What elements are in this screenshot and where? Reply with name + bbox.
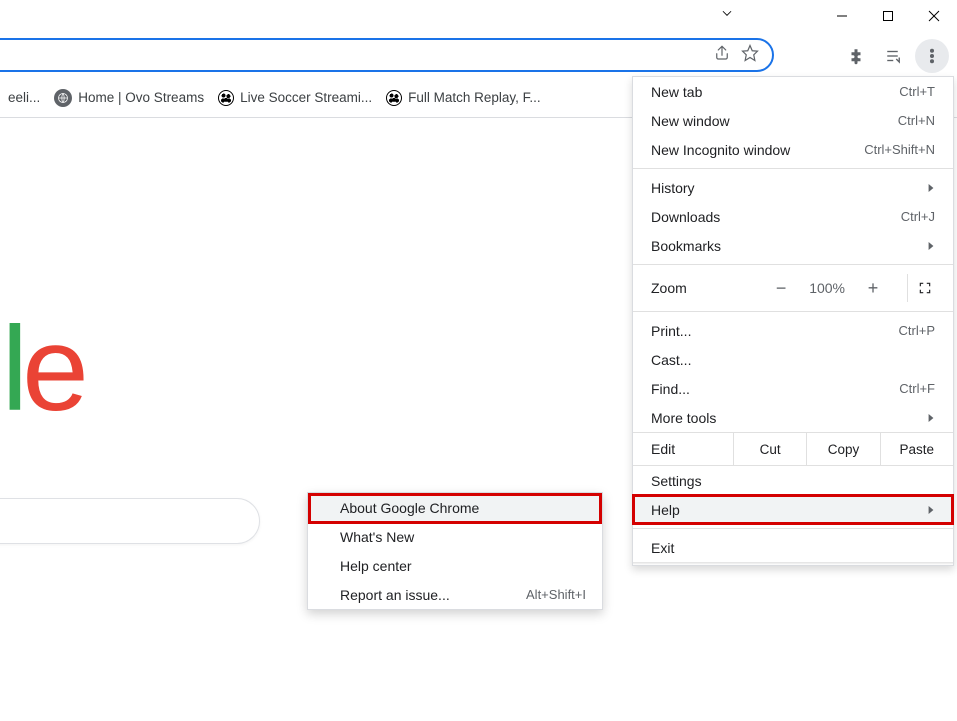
menu-item-label: Find... <box>651 381 690 397</box>
extensions-icon[interactable] <box>839 39 873 73</box>
tab-overflow-chevron[interactable] <box>720 6 734 25</box>
menu-item-label: Settings <box>651 473 702 489</box>
minimize-button[interactable] <box>819 0 865 32</box>
menu-item-label: Help <box>651 502 680 518</box>
menu-item-label: Bookmarks <box>651 238 721 254</box>
edit-label: Edit <box>633 441 733 457</box>
soccer-icon <box>218 90 234 106</box>
bookmark-label: eeli... <box>8 90 40 105</box>
shortcut-label: Ctrl+T <box>899 84 935 99</box>
help-item-what-s-new[interactable]: What's New <box>308 522 602 551</box>
chevron-right-icon <box>927 180 935 196</box>
menu-item-find-[interactable]: Find... Ctrl+F <box>633 374 953 403</box>
menu-item-label: Report an issue... <box>340 587 450 603</box>
logo-letter-l: l <box>2 302 23 436</box>
share-icon[interactable] <box>713 44 731 67</box>
menu-item-exit[interactable]: Exit <box>633 533 953 562</box>
chevron-right-icon <box>927 238 935 254</box>
globe-icon <box>54 89 72 107</box>
help-item-report-an-issue-[interactable]: Report an issue... Alt+Shift+I <box>308 580 602 609</box>
menu-item-label: New window <box>651 113 730 129</box>
menu-item-new-incognito-window[interactable]: New Incognito window Ctrl+Shift+N <box>633 135 953 164</box>
google-search-input[interactable] <box>0 498 260 544</box>
reading-list-icon[interactable] <box>877 39 911 73</box>
bookmark-star-icon[interactable] <box>741 44 759 67</box>
bookmark-item[interactable]: eeli... <box>8 90 40 105</box>
menu-item-cast-[interactable]: Cast... <box>633 345 953 374</box>
chrome-main-menu: New tab Ctrl+T New window Ctrl+N New Incogni… <box>632 76 954 566</box>
bookmark-label: Home | Ovo Streams <box>78 90 204 105</box>
menu-item-new-window[interactable]: New window Ctrl+N <box>633 106 953 135</box>
menu-item-label: Help center <box>340 558 412 574</box>
logo-letter-e: e <box>22 302 83 436</box>
zoom-out-button[interactable]: − <box>771 278 791 299</box>
menu-item-history[interactable]: History <box>633 173 953 202</box>
menu-item-label: Cast... <box>651 352 691 368</box>
google-logo: ogle <box>0 300 83 438</box>
zoom-value: 100% <box>809 280 845 296</box>
help-submenu: About Google Chrome What's New Help center… <box>307 492 603 610</box>
cut-button[interactable]: Cut <box>733 433 806 465</box>
menu-item-label: What's New <box>340 529 414 545</box>
toolbar <box>0 36 957 76</box>
menu-item-label: History <box>651 180 695 196</box>
shortcut-label: Ctrl+F <box>899 381 935 396</box>
menu-item-help[interactable]: Help <box>633 495 953 524</box>
menu-item-label: Print... <box>651 323 691 339</box>
zoom-in-button[interactable]: + <box>863 278 883 299</box>
bookmark-label: Live Soccer Streami... <box>240 90 372 105</box>
menu-item-bookmarks[interactable]: Bookmarks <box>633 231 953 260</box>
paste-button[interactable]: Paste <box>880 433 953 465</box>
window-controls <box>819 0 957 32</box>
shortcut-label: Ctrl+P <box>899 323 935 338</box>
bookmark-item[interactable]: Full Match Replay, F... <box>386 90 541 106</box>
soccer-icon <box>386 90 402 106</box>
chevron-right-icon <box>927 502 935 518</box>
bookmark-item[interactable]: Home | Ovo Streams <box>54 89 204 107</box>
menu-item-settings[interactable]: Settings <box>633 466 953 495</box>
shortcut-label: Ctrl+Shift+N <box>864 142 935 157</box>
menu-item-label: Downloads <box>651 209 720 225</box>
menu-item-label: Exit <box>651 540 674 556</box>
shortcut-label: Alt+Shift+I <box>526 587 586 602</box>
bookmark-item[interactable]: Live Soccer Streami... <box>218 90 372 106</box>
menu-item-label: New Incognito window <box>651 142 790 158</box>
shortcut-label: Ctrl+J <box>901 209 935 224</box>
maximize-button[interactable] <box>865 0 911 32</box>
menu-item-label: About Google Chrome <box>340 500 479 516</box>
chevron-right-icon <box>927 410 935 426</box>
address-bar[interactable] <box>0 38 774 72</box>
menu-item-more-tools[interactable]: More tools <box>633 403 953 432</box>
shortcut-label: Ctrl+N <box>898 113 935 128</box>
chrome-menu-button[interactable] <box>915 39 949 73</box>
menu-item-label: More tools <box>651 410 716 426</box>
fullscreen-button[interactable] <box>907 274 941 302</box>
close-button[interactable] <box>911 0 957 32</box>
help-item-help-center[interactable]: Help center <box>308 551 602 580</box>
zoom-label: Zoom <box>651 280 741 296</box>
bookmark-label: Full Match Replay, F... <box>408 90 541 105</box>
menu-item-print-[interactable]: Print... Ctrl+P <box>633 316 953 345</box>
help-item-about-google-chrome[interactable]: About Google Chrome <box>308 493 602 522</box>
menu-item-downloads[interactable]: Downloads Ctrl+J <box>633 202 953 231</box>
menu-item-new-tab[interactable]: New tab Ctrl+T <box>633 77 953 106</box>
menu-item-label: New tab <box>651 84 702 100</box>
copy-button[interactable]: Copy <box>806 433 879 465</box>
